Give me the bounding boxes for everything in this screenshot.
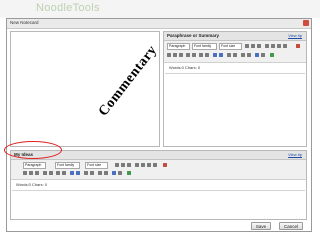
paste-icon[interactable] — [179, 53, 183, 57]
paraphrase-panel: Paraphrase or Summary View tip Paragraph… — [163, 31, 307, 147]
indent-icon[interactable] — [205, 53, 209, 57]
redo-icon[interactable] — [76, 171, 80, 175]
my-ideas-panel: My Ideas View tip Paragraph Font family … — [10, 150, 307, 220]
my-ideas-format-select[interactable]: Paragraph — [23, 162, 46, 169]
paste-icon[interactable] — [35, 171, 39, 175]
my-ideas-highlight-circle — [4, 141, 62, 159]
my-ideas-toolbar: Paragraph Font family Font size — [11, 160, 306, 180]
paraphrase-word-count: Words:0 Chars: 0 — [169, 65, 201, 70]
align-left-icon[interactable] — [265, 44, 269, 48]
align-right-icon[interactable] — [147, 163, 151, 167]
underline-icon[interactable] — [127, 163, 131, 167]
align-center-icon[interactable] — [271, 44, 275, 48]
my-ideas-help-link[interactable]: View tip — [288, 152, 302, 157]
highlight-color-icon[interactable] — [233, 53, 237, 57]
copy-icon[interactable] — [29, 171, 33, 175]
paraphrase-editor[interactable] — [165, 74, 305, 146]
undo-icon[interactable] — [70, 171, 74, 175]
save-button[interactable]: Save — [251, 222, 271, 230]
link-icon[interactable] — [255, 53, 259, 57]
clear-format-icon[interactable] — [163, 163, 167, 167]
text-color-icon[interactable] — [227, 53, 231, 57]
numbered-list-icon[interactable] — [49, 171, 53, 175]
redo-icon[interactable] — [219, 53, 223, 57]
quotation-panel[interactable] — [10, 31, 160, 147]
paraphrase-toolbar: Paragraph Font family Font size — [164, 41, 306, 63]
my-ideas-status-bar: Words:0 Chars: 0 — [12, 180, 305, 191]
italic-icon[interactable] — [121, 163, 125, 167]
align-center-icon[interactable] — [141, 163, 145, 167]
paraphrase-format-select[interactable]: Paragraph — [167, 43, 190, 50]
align-left-icon[interactable] — [135, 163, 139, 167]
spellcheck-icon[interactable] — [270, 53, 274, 57]
bold-icon[interactable] — [245, 44, 249, 48]
outdent-icon[interactable] — [56, 171, 60, 175]
close-icon[interactable] — [303, 20, 309, 26]
window-title: New Notecard — [10, 20, 39, 25]
clear-format-icon[interactable] — [296, 44, 300, 48]
highlight-color-icon[interactable] — [90, 171, 94, 175]
special-char-icon[interactable] — [104, 171, 108, 175]
my-ideas-font-size-select[interactable]: Font size — [85, 162, 108, 169]
italic-icon[interactable] — [251, 44, 255, 48]
indent-icon[interactable] — [62, 171, 66, 175]
text-color-icon[interactable] — [84, 171, 88, 175]
align-justify-icon[interactable] — [153, 163, 157, 167]
undo-icon[interactable] — [213, 53, 217, 57]
special-char-icon[interactable] — [247, 53, 251, 57]
copy-icon[interactable] — [173, 53, 177, 57]
table-icon[interactable] — [241, 53, 245, 57]
numbered-list-icon[interactable] — [192, 53, 196, 57]
outdent-icon[interactable] — [199, 53, 203, 57]
paraphrase-font-family-select[interactable]: Font family — [192, 43, 217, 50]
bullet-list-icon[interactable] — [186, 53, 190, 57]
superscript-icon[interactable] — [261, 53, 265, 57]
table-icon[interactable] — [98, 171, 102, 175]
cut-icon[interactable] — [23, 171, 27, 175]
paraphrase-status-bar: Words:0 Chars: 0 — [165, 63, 305, 74]
my-ideas-editor[interactable] — [12, 191, 305, 219]
bold-icon[interactable] — [115, 163, 119, 167]
align-justify-icon[interactable] — [283, 44, 287, 48]
my-ideas-word-count: Words:0 Chars: 0 — [16, 182, 48, 187]
paraphrase-font-size-select[interactable]: Font size — [219, 43, 242, 50]
paraphrase-help-link[interactable]: View tip — [288, 33, 302, 38]
app-header: NoodleTools — [0, 0, 320, 18]
bullet-list-icon[interactable] — [43, 171, 47, 175]
link-icon[interactable] — [112, 171, 116, 175]
app-logo: NoodleTools — [36, 2, 100, 14]
my-ideas-font-family-select[interactable]: Font family — [55, 162, 80, 169]
cut-icon[interactable] — [167, 53, 171, 57]
paraphrase-header: Paraphrase or Summary View tip — [164, 32, 306, 41]
superscript-icon[interactable] — [118, 171, 122, 175]
underline-icon[interactable] — [257, 44, 261, 48]
cancel-button[interactable]: Cancel — [279, 222, 303, 230]
align-right-icon[interactable] — [277, 44, 281, 48]
spellcheck-icon[interactable] — [127, 171, 131, 175]
